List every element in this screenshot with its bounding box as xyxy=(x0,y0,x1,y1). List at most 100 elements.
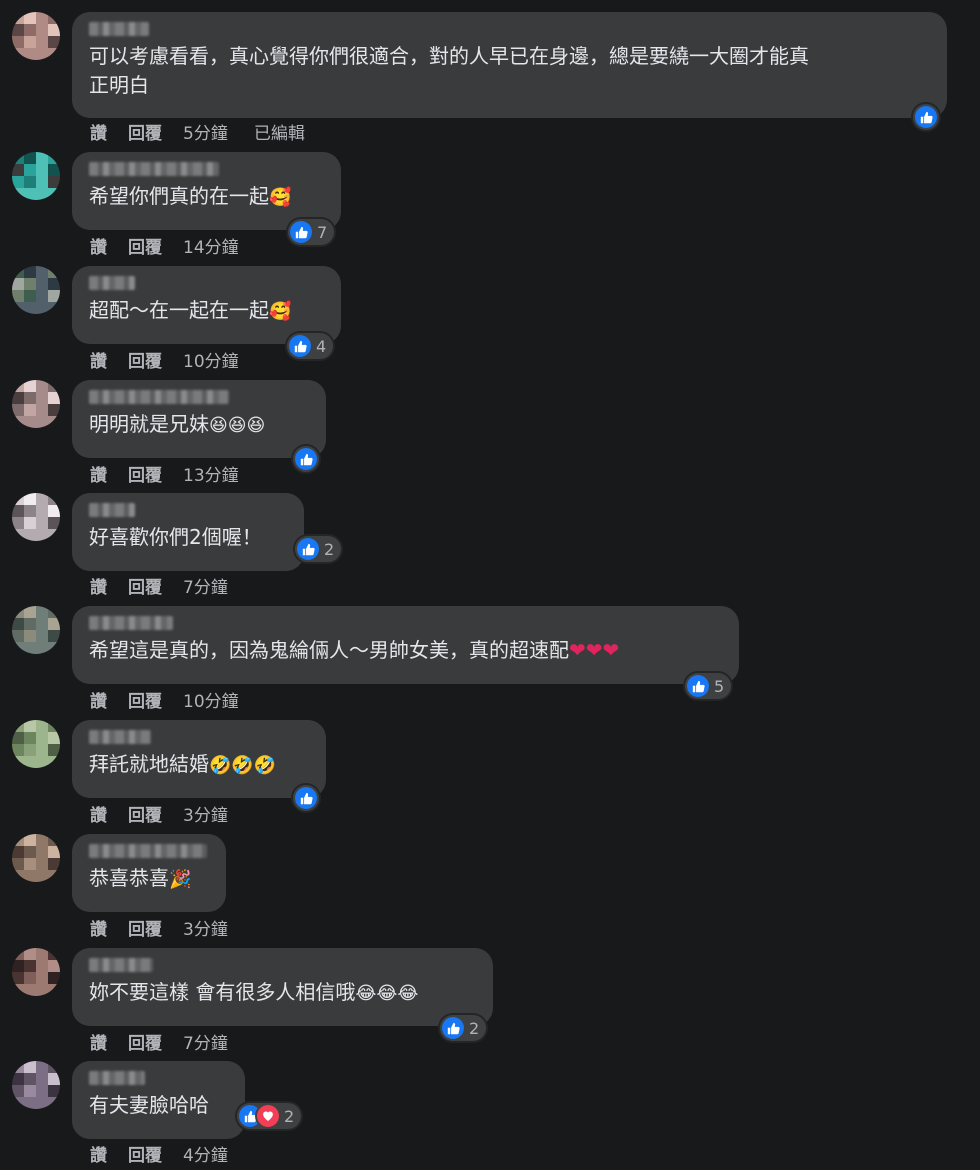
avatar-pixel xyxy=(36,290,48,302)
commenter-name-blurred[interactable] xyxy=(89,22,149,36)
reply-action[interactable]: 回覆 xyxy=(128,1034,162,1054)
comment-actions: 讚 回覆 5分鐘 已編輯 xyxy=(90,119,326,144)
avatar[interactable] xyxy=(12,1061,60,1109)
commenter-name-blurred[interactable] xyxy=(89,730,151,744)
reaction-summary[interactable]: 7 xyxy=(288,219,335,245)
avatar-pixel xyxy=(48,416,60,428)
like-action[interactable]: 讚 xyxy=(90,692,107,712)
avatar-pixel xyxy=(12,618,24,630)
reply-action[interactable]: 回覆 xyxy=(128,806,162,826)
reaction-summary[interactable] xyxy=(913,104,939,130)
reaction-summary[interactable]: 2 xyxy=(440,1015,487,1041)
reply-action[interactable]: 回覆 xyxy=(128,692,162,712)
avatar-pixel xyxy=(48,618,60,630)
commenter-name-blurred[interactable] xyxy=(89,1071,145,1085)
avatar-pixel xyxy=(12,392,24,404)
comment-text: 超配～在一起在一起🥰 xyxy=(89,298,292,322)
commenter-name-blurred[interactable] xyxy=(89,503,135,517)
comment-bubble: 有夫妻臉哈哈 xyxy=(72,1061,245,1139)
commenter-name-blurred[interactable] xyxy=(89,958,153,972)
like-action[interactable]: 讚 xyxy=(90,238,107,258)
reply-action[interactable]: 回覆 xyxy=(128,466,162,486)
reaction-summary[interactable]: 5 xyxy=(685,673,732,699)
comment-time[interactable]: 14分鐘 xyxy=(183,238,239,258)
avatar[interactable] xyxy=(12,12,60,60)
avatar[interactable] xyxy=(12,266,60,314)
reaction-summary[interactable]: 4 xyxy=(287,333,334,359)
like-reaction-icon xyxy=(687,675,709,697)
reply-action[interactable]: 回覆 xyxy=(128,920,162,940)
like-action[interactable]: 讚 xyxy=(90,578,107,598)
avatar-pixel xyxy=(48,846,60,858)
avatar-pixel xyxy=(36,1085,48,1097)
commenter-name-blurred[interactable] xyxy=(89,844,207,858)
avatar-pixel xyxy=(12,24,24,36)
comment-time[interactable]: 3分鐘 xyxy=(183,920,228,940)
reaction-count: 2 xyxy=(324,539,335,559)
reply-action[interactable]: 回覆 xyxy=(128,352,162,372)
avatar-pixel xyxy=(48,152,60,164)
avatar-pixel xyxy=(48,278,60,290)
edited-label: 已編輯 xyxy=(253,124,305,144)
avatar-pixel xyxy=(36,858,48,870)
avatar-pixel xyxy=(24,732,36,744)
comment-bubble: 明明就是兄妹😆😆😆 xyxy=(72,380,326,458)
like-action[interactable]: 讚 xyxy=(90,352,107,372)
reply-action[interactable]: 回覆 xyxy=(128,1146,162,1166)
comment-time[interactable]: 5分鐘 xyxy=(183,124,228,144)
avatar-pixel xyxy=(36,36,48,48)
comment-time[interactable]: 10分鐘 xyxy=(183,692,239,712)
avatar-pixel xyxy=(12,846,24,858)
avatar-pixel xyxy=(36,493,48,505)
commenter-name-blurred[interactable] xyxy=(89,276,135,290)
avatar-pixel xyxy=(12,380,24,392)
avatar[interactable] xyxy=(12,834,60,882)
reaction-summary[interactable] xyxy=(293,446,319,472)
reply-action[interactable]: 回覆 xyxy=(128,238,162,258)
avatar-pixel xyxy=(36,846,48,858)
avatar-pixel xyxy=(48,984,60,996)
reply-action[interactable]: 回覆 xyxy=(128,578,162,598)
avatar-pixel xyxy=(12,416,24,428)
like-reaction-icon xyxy=(290,221,312,243)
comment-bubble: 拜託就地結婚🤣🤣🤣 xyxy=(72,720,326,798)
comment-time[interactable]: 10分鐘 xyxy=(183,352,239,372)
avatar-pixel xyxy=(12,164,24,176)
commenter-name-blurred[interactable] xyxy=(89,162,219,176)
avatar[interactable] xyxy=(12,152,60,200)
avatar[interactable] xyxy=(12,380,60,428)
avatar[interactable] xyxy=(12,493,60,541)
avatar[interactable] xyxy=(12,606,60,654)
avatar-pixel xyxy=(48,744,60,756)
avatar-pixel xyxy=(36,392,48,404)
commenter-name-blurred[interactable] xyxy=(89,616,173,630)
like-action[interactable]: 讚 xyxy=(90,920,107,940)
reaction-summary[interactable]: 2 xyxy=(295,536,342,562)
like-action[interactable]: 讚 xyxy=(90,466,107,486)
avatar-pixel xyxy=(24,642,36,654)
avatar-pixel xyxy=(48,720,60,732)
like-action[interactable]: 讚 xyxy=(90,1146,107,1166)
avatar-pixel xyxy=(12,1073,24,1085)
reaction-summary[interactable]: 2 xyxy=(237,1103,302,1129)
comment-time[interactable]: 4分鐘 xyxy=(183,1146,228,1166)
like-action[interactable]: 讚 xyxy=(90,806,107,826)
comment-time[interactable]: 3分鐘 xyxy=(183,806,228,826)
commenter-name-blurred[interactable] xyxy=(89,390,229,404)
comment-time[interactable]: 13分鐘 xyxy=(183,466,239,486)
comment-actions: 讚 回覆 7分鐘 xyxy=(90,1029,254,1054)
reaction-count: 2 xyxy=(469,1018,480,1038)
reaction-summary[interactable] xyxy=(293,785,319,811)
reply-action[interactable]: 回覆 xyxy=(128,124,162,144)
avatar-pixel xyxy=(24,176,36,188)
like-action[interactable]: 讚 xyxy=(90,124,107,144)
avatar-pixel xyxy=(48,1085,60,1097)
comment-time[interactable]: 7分鐘 xyxy=(183,578,228,598)
avatar-pixel xyxy=(36,416,48,428)
avatar-pixel xyxy=(36,618,48,630)
avatar[interactable] xyxy=(12,948,60,996)
comment-time[interactable]: 7分鐘 xyxy=(183,1034,228,1054)
avatar-pixel xyxy=(12,290,24,302)
avatar[interactable] xyxy=(12,720,60,768)
like-action[interactable]: 讚 xyxy=(90,1034,107,1054)
